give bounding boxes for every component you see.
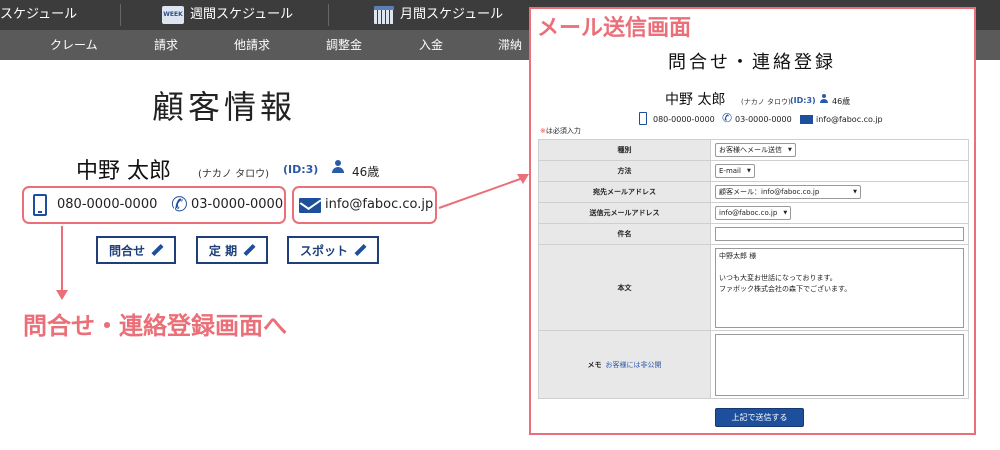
annotation-to-inquiry: 問合せ・連絡登録画面へ xyxy=(23,312,287,340)
required-note: ※は必須入力 xyxy=(540,126,581,136)
regular-button[interactable]: 定 期 xyxy=(196,236,268,264)
month-calendar-icon xyxy=(374,6,394,24)
annotation-arrow-to-panel xyxy=(438,174,529,209)
form-customer-name: 中野 太郎 xyxy=(665,92,726,108)
mobile-number[interactable]: 080-0000-0000 xyxy=(57,197,157,212)
mail-form-table: 種別 お客様へメール送信 ▼ 方法 E-mail ▼ 宛先メールアドレス 顧客メール… xyxy=(538,139,969,399)
pencil-icon xyxy=(149,243,163,257)
form-tel-number: 03-0000-0000 xyxy=(735,115,792,124)
page-title: 顧客情報 xyxy=(152,88,297,126)
nav-divider xyxy=(120,4,121,26)
memo-private-note: お客様には非公開 xyxy=(605,360,662,369)
method-label: 方法 xyxy=(538,160,711,182)
nav-divider xyxy=(328,4,329,26)
form-mobile-number: 080-0000-0000 xyxy=(653,115,715,124)
method-select[interactable]: E-mail ▼ xyxy=(715,164,755,178)
body-label: 本文 xyxy=(538,244,711,331)
send-button[interactable]: 上記で送信する xyxy=(715,408,804,427)
required-note-text: は必須入力 xyxy=(545,127,581,135)
subnav-claim[interactable]: クレーム xyxy=(50,30,98,60)
form-title: 問合せ・連絡登録 xyxy=(668,52,836,73)
person-icon xyxy=(820,94,828,103)
nav-weekly-schedule[interactable]: WEEK 週間スケジュール xyxy=(162,0,293,30)
type-select-value: お客様へメール送信 xyxy=(719,146,782,154)
method-select-value: E-mail xyxy=(719,167,741,175)
person-icon xyxy=(332,160,344,174)
subnav-payment[interactable]: 入金 xyxy=(419,30,443,60)
customer-id: (ID:3) xyxy=(283,163,319,176)
form-customer-id: (ID:3) xyxy=(790,96,816,105)
spot-button[interactable]: スポット xyxy=(287,236,379,264)
subnav-arrears[interactable]: 滞納 xyxy=(498,30,522,60)
mail-icon xyxy=(800,115,813,124)
customer-name: 中野 太郎 xyxy=(76,159,171,184)
nav-schedule-label: スケジュール xyxy=(0,7,78,22)
subnav-adjustment[interactable]: 調整金 xyxy=(326,30,362,60)
from-address-label: 送信元メールアドレス xyxy=(538,202,711,224)
nav-monthly-label: 月間スケジュール xyxy=(400,7,504,22)
form-customer-age: 46歳 xyxy=(832,97,851,106)
phone-handset-icon: ✆ xyxy=(722,111,733,125)
spot-button-label: スポット xyxy=(299,243,348,258)
chevron-down-icon: ▼ xyxy=(853,189,857,195)
body-textarea[interactable]: 中野太郎 様 いつも大変お世話になっております。 ファボック株式会社の森下でござ… xyxy=(715,247,964,328)
week-calendar-icon: WEEK xyxy=(162,6,184,24)
type-label: 種別 xyxy=(538,139,711,161)
memo-label-cell: メモ お客様には非公開 xyxy=(538,330,711,399)
customer-age: 46歳 xyxy=(352,165,380,179)
from-address-select[interactable]: info@faboc.co.jp ▼ xyxy=(715,206,792,220)
mobile-phone-icon xyxy=(639,112,647,125)
mail-icon xyxy=(299,198,321,213)
annotation-mail-screen: メール送信画面 xyxy=(537,16,692,41)
subject-label: 件名 xyxy=(538,223,711,245)
memo-label: メモ xyxy=(587,360,602,369)
type-select[interactable]: お客様へメール送信 ▼ xyxy=(715,143,796,157)
pencil-icon xyxy=(241,243,255,257)
to-address-label: 宛先メールアドレス xyxy=(538,181,711,203)
chevron-down-icon: ▼ xyxy=(746,168,751,174)
nav-weekly-label: 週間スケジュール xyxy=(190,7,294,22)
to-address-value: 顧客メール：info@faboc.co.jp xyxy=(719,188,820,196)
from-address-value: info@faboc.co.jp xyxy=(719,209,778,217)
inquiry-button[interactable]: 問合せ xyxy=(96,236,176,264)
pencil-icon xyxy=(352,243,366,257)
customer-kana: (ナカノ タロウ) xyxy=(198,169,269,180)
email-link[interactable]: info@faboc.co.jp xyxy=(325,197,433,212)
nav-schedule[interactable]: スケジュール xyxy=(0,0,77,30)
annotation-arrow-head xyxy=(56,290,68,300)
chevron-down-icon: ▼ xyxy=(783,210,788,216)
form-customer-kana: (ナカノ タロウ) xyxy=(741,98,791,106)
inquiry-button-label: 問合せ xyxy=(108,243,145,258)
chevron-down-icon: ▼ xyxy=(788,147,792,153)
regular-button-label: 定 期 xyxy=(208,243,238,258)
form-email: info@faboc.co.jp xyxy=(816,115,883,124)
to-address-select[interactable]: 顧客メール：info@faboc.co.jp ▼ xyxy=(715,185,861,199)
annotation-arrow-line xyxy=(61,226,63,291)
nav-monthly-schedule[interactable]: 月間スケジュール xyxy=(374,0,503,30)
phone-handset-icon: ✆ xyxy=(171,192,188,216)
subject-input[interactable] xyxy=(715,227,964,241)
tel-number[interactable]: 03-0000-0000 xyxy=(191,197,283,212)
mobile-phone-icon xyxy=(33,194,47,216)
subnav-billing[interactable]: 請求 xyxy=(154,30,178,60)
memo-textarea[interactable] xyxy=(715,333,964,396)
subnav-other-billing[interactable]: 他請求 xyxy=(234,30,270,60)
